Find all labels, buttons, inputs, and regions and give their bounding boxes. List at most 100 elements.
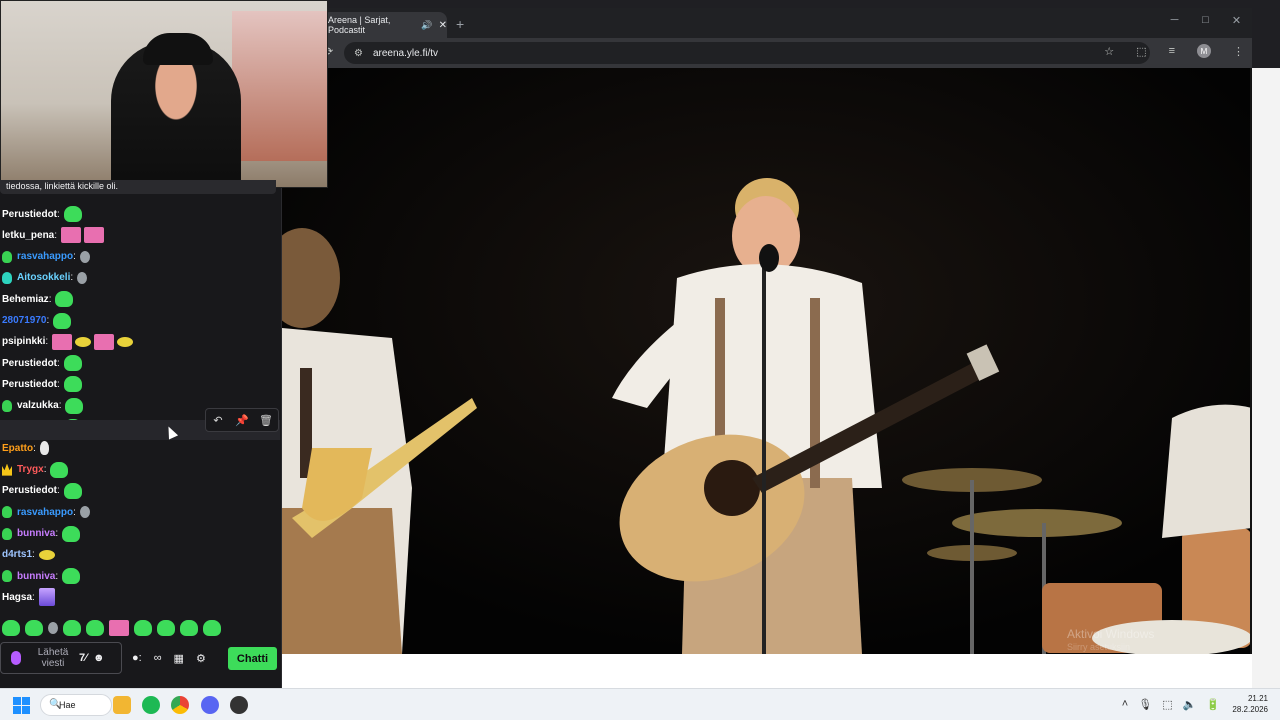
pink-emote-icon	[94, 333, 115, 350]
chat-username[interactable]: bunniva	[17, 528, 55, 539]
green-emote-icon[interactable]	[134, 620, 152, 636]
windows-activation-watermark: Aktivoi Windows	[1067, 627, 1155, 641]
emote-picker-icon[interactable]: 7⁄	[79, 652, 87, 664]
green-emote-icon[interactable]	[2, 620, 20, 636]
window-controls: ─ □ ✕	[1159, 14, 1252, 27]
chat-username[interactable]: Perustiedot	[2, 358, 57, 369]
chat-message[interactable]: bunniva:	[2, 566, 83, 586]
chat-message[interactable]: d4rts1:	[2, 545, 58, 565]
pin-icon[interactable]: 📌	[233, 414, 251, 427]
chat-username[interactable]: Behemiaz	[2, 294, 49, 305]
chat-message[interactable]: Trygx:	[2, 460, 71, 480]
pink-emote-icon	[84, 227, 105, 244]
tab-close-icon[interactable]: ✕	[439, 20, 447, 31]
username-separator: :	[32, 591, 35, 603]
smiley-icon[interactable]: ☻	[93, 652, 105, 664]
volume-icon[interactable]: 🔈	[1183, 698, 1197, 711]
chrome-icon[interactable]	[171, 696, 189, 714]
green-emote-icon[interactable]	[180, 620, 198, 636]
green-emote-icon[interactable]	[203, 620, 221, 636]
chat-username[interactable]: Hagsa	[2, 592, 32, 603]
minimize-icon[interactable]: ─	[1159, 14, 1190, 27]
chat-message[interactable]: valzukka:	[2, 396, 86, 416]
delete-icon[interactable]: 🗑	[257, 414, 275, 427]
chat-message[interactable]: Perustiedot:	[2, 204, 85, 224]
username-separator: :	[57, 357, 60, 369]
chat-username[interactable]: Trygx	[17, 464, 44, 475]
close-window-icon[interactable]: ✕	[1221, 14, 1252, 27]
discord-icon[interactable]	[201, 696, 219, 714]
spotify-icon[interactable]	[142, 696, 160, 714]
purple-emote-icon	[38, 588, 55, 607]
username-separator: :	[57, 378, 60, 390]
chat-username[interactable]: 28071970	[2, 315, 47, 326]
pink-emote-icon[interactable]	[109, 620, 129, 636]
grey-emote-icon[interactable]	[48, 622, 58, 634]
chat-message[interactable]: Perustiedot:	[2, 481, 85, 501]
green-emote-icon[interactable]	[63, 620, 81, 636]
battery-icon[interactable]: 🔋	[1206, 698, 1220, 711]
chat-message[interactable]: Behemiaz:	[2, 289, 76, 309]
microphone-icon[interactable]	[11, 651, 21, 665]
chat-message[interactable]: psipinkki:	[2, 332, 136, 352]
site-info-icon[interactable]: ⚙	[354, 48, 363, 59]
chat-message[interactable]: rasvahappo:	[2, 247, 93, 267]
store-icon[interactable]: ▦	[174, 652, 184, 665]
chat-message[interactable]: Epatto:	[2, 438, 52, 458]
taskbar-search[interactable]: 🔍 Hae	[40, 694, 112, 716]
chat-username[interactable]: rasvahappo	[17, 507, 73, 518]
chat-username[interactable]: Epatto	[2, 443, 33, 454]
clock-date: 28.2.2026	[1232, 705, 1268, 714]
tab-audio-icon[interactable]: 🔊	[421, 20, 432, 31]
windows-activation-subtext: Siirry asetuksiin	[1067, 642, 1131, 652]
chat-username[interactable]: valzukka	[17, 400, 59, 411]
chat-username[interactable]: Perustiedot	[2, 485, 57, 496]
chat-username[interactable]: Aitosokkeli	[17, 272, 70, 283]
profile-avatar[interactable]: M	[1197, 44, 1211, 58]
tab-areena[interactable]: Areena | Sarjat, Podcastit 🔊 ✕	[322, 12, 447, 38]
video-player[interactable]: Aktivoi Windows Siirry asetuksiin	[282, 68, 1252, 654]
windows-taskbar: 🔍 Hae ˄ 🎙 ⬚ 🔈 🔋 21.21 28.2.2026	[0, 688, 1280, 720]
chat-message[interactable]: Perustiedot:	[2, 374, 85, 394]
chat-username[interactable]: rasvahappo	[17, 251, 73, 262]
chat-message[interactable]: Hagsa:	[2, 587, 58, 607]
points-icon[interactable]: ●:	[132, 652, 142, 664]
chat-username[interactable]: Perustiedot	[2, 209, 57, 220]
green-emote-icon[interactable]	[86, 620, 104, 636]
chat-send-button[interactable]: Chatti	[228, 647, 277, 670]
chat-username[interactable]: d4rts1	[2, 549, 32, 560]
chat-message[interactable]: bunniva:	[2, 524, 83, 544]
chat-message[interactable]: 28071970:	[2, 311, 74, 331]
green-emote-icon[interactable]	[157, 620, 175, 636]
user-badge-icon	[2, 463, 12, 476]
file-explorer-icon[interactable]	[113, 696, 131, 714]
microphone-tray-icon[interactable]: 🎙	[1138, 698, 1152, 711]
address-bar[interactable]: ⚙ areena.yle.fi/tv	[344, 42, 1150, 64]
obs-icon[interactable]	[230, 696, 248, 714]
reply-icon[interactable]: ↶	[209, 414, 227, 427]
maximize-icon[interactable]: □	[1190, 14, 1221, 27]
chat-username[interactable]: bunniva	[17, 571, 55, 582]
chat-message[interactable]: Aitosokkeli:	[2, 268, 90, 288]
tray-expand-icon[interactable]: ˄	[1122, 698, 1128, 711]
infinity-icon[interactable]: ∞	[154, 652, 162, 664]
chat-message[interactable]: letku_pena:	[2, 225, 107, 245]
page-scrollbar[interactable]	[1252, 68, 1280, 688]
start-button[interactable]	[13, 697, 30, 714]
display-tray-icon[interactable]: ⬚	[1162, 698, 1172, 711]
bookmark-star-icon[interactable]: ☆	[1104, 45, 1114, 58]
media-control-icon[interactable]: ≡	[1169, 45, 1175, 57]
gear-icon[interactable]: ⚙	[196, 652, 206, 665]
chat-input-field[interactable]: Lähetä viesti 7⁄ ☻	[0, 642, 122, 674]
green-emote-icon[interactable]	[25, 620, 43, 636]
taskbar-clock[interactable]: 21.21 28.2.2026	[1232, 693, 1268, 715]
chat-username[interactable]: letku_pena	[2, 230, 54, 241]
chat-username[interactable]: Perustiedot	[2, 379, 57, 390]
extensions-icon[interactable]: ⬚	[1136, 45, 1146, 58]
chat-username[interactable]: psipinkki	[2, 336, 45, 347]
menu-kebab-icon[interactable]: ⋮	[1233, 45, 1244, 58]
chat-message[interactable]: Perustiedot:	[2, 353, 85, 373]
chat-message[interactable]: rasvahappo:	[2, 502, 93, 522]
new-tab-button[interactable]: +	[456, 16, 464, 32]
url-text[interactable]: areena.yle.fi/tv	[373, 48, 438, 59]
